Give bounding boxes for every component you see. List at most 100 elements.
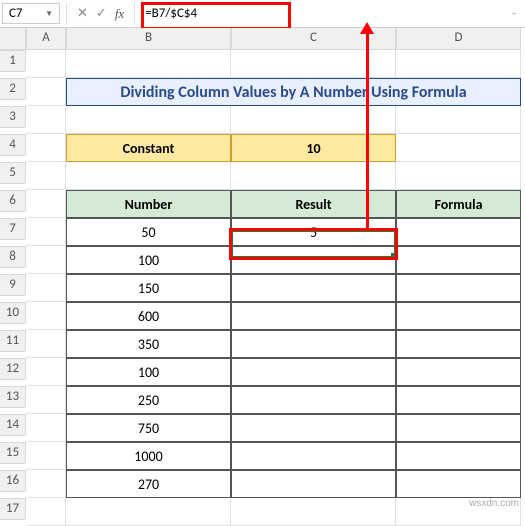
formula-cell[interactable] xyxy=(396,274,521,302)
cell[interactable] xyxy=(396,50,521,78)
row-head[interactable]: 13 xyxy=(0,386,26,408)
formula-cell[interactable] xyxy=(396,302,521,330)
cell[interactable] xyxy=(26,190,66,218)
result-cell[interactable] xyxy=(231,302,396,330)
row-head[interactable]: 8 xyxy=(0,246,26,268)
fx-icon[interactable]: fx xyxy=(115,6,124,22)
cell[interactable] xyxy=(26,274,66,302)
cell[interactable] xyxy=(26,50,66,78)
number-cell[interactable]: 270 xyxy=(66,470,231,498)
formula-cell[interactable] xyxy=(396,218,521,246)
watermark: wsxdn.com xyxy=(469,498,519,509)
formula-bar: C7 ▼ ✕ ✓ fx =B7/$C$4 › xyxy=(0,0,525,28)
cell[interactable] xyxy=(26,134,66,162)
row-head[interactable]: 11 xyxy=(0,330,26,352)
cell[interactable] xyxy=(26,358,66,386)
result-cell[interactable] xyxy=(231,414,396,442)
cell[interactable] xyxy=(26,78,66,106)
formula-cell[interactable] xyxy=(396,414,521,442)
result-cell[interactable] xyxy=(231,470,396,498)
name-box-value: C7 xyxy=(9,6,23,21)
cell[interactable] xyxy=(26,106,66,134)
cell[interactable] xyxy=(66,50,231,78)
cell[interactable] xyxy=(26,246,66,274)
row-head[interactable]: 3 xyxy=(0,106,26,128)
row-head[interactable]: 15 xyxy=(0,442,26,464)
separator xyxy=(66,3,67,25)
row-head[interactable]: 12 xyxy=(0,358,26,380)
cell[interactable] xyxy=(66,498,231,526)
number-cell[interactable]: 100 xyxy=(66,358,231,386)
cell[interactable] xyxy=(396,134,521,162)
col-head-c[interactable]: C xyxy=(231,28,396,50)
number-cell[interactable]: 1000 xyxy=(66,442,231,470)
cell[interactable] xyxy=(26,442,66,470)
cell[interactable] xyxy=(26,302,66,330)
formula-cell[interactable] xyxy=(396,442,521,470)
formula-buttons: ✕ ✓ fx xyxy=(71,6,130,22)
name-box[interactable]: C7 ▼ xyxy=(2,3,60,24)
row-head[interactable]: 6 xyxy=(0,190,26,212)
cell[interactable] xyxy=(26,414,66,442)
formula-cell[interactable] xyxy=(396,330,521,358)
constant-value[interactable]: 10 xyxy=(231,134,396,162)
col-head-d[interactable]: D xyxy=(396,28,521,50)
cell[interactable] xyxy=(231,498,396,526)
cell[interactable] xyxy=(26,386,66,414)
row-head[interactable]: 4 xyxy=(0,134,26,156)
result-cell[interactable] xyxy=(231,246,396,274)
number-cell[interactable]: 100 xyxy=(66,246,231,274)
number-cell[interactable]: 600 xyxy=(66,302,231,330)
formula-cell[interactable] xyxy=(396,386,521,414)
spreadsheet-grid[interactable]: A B C D 1 2 Dividing Column Values by A … xyxy=(0,28,525,526)
cell[interactable] xyxy=(26,330,66,358)
result-cell[interactable] xyxy=(231,386,396,414)
formula-cell[interactable] xyxy=(396,470,521,498)
row-head[interactable]: 14 xyxy=(0,414,26,436)
cell[interactable] xyxy=(66,162,231,190)
number-cell[interactable]: 350 xyxy=(66,330,231,358)
row-head[interactable]: 7 xyxy=(0,218,26,240)
number-cell[interactable]: 750 xyxy=(66,414,231,442)
cell[interactable] xyxy=(26,218,66,246)
result-cell[interactable] xyxy=(231,358,396,386)
cell[interactable] xyxy=(396,106,521,134)
col-head-a[interactable]: A xyxy=(26,28,66,50)
title-cell[interactable]: Dividing Column Values by A Number Using… xyxy=(66,78,521,106)
cancel-icon[interactable]: ✕ xyxy=(77,6,88,21)
formula-cell[interactable] xyxy=(396,246,521,274)
row-head[interactable]: 9 xyxy=(0,274,26,296)
select-all-corner[interactable] xyxy=(0,28,26,50)
row-head[interactable]: 2 xyxy=(0,78,26,100)
cell[interactable] xyxy=(26,162,66,190)
row-head[interactable]: 5 xyxy=(0,162,26,184)
row-head[interactable]: 17 xyxy=(0,498,26,520)
col-head-b[interactable]: B xyxy=(66,28,231,50)
row-head[interactable]: 1 xyxy=(0,50,26,72)
name-box-dropdown-icon[interactable]: ▼ xyxy=(45,9,53,19)
cell[interactable] xyxy=(231,162,396,190)
result-cell[interactable]: 5 xyxy=(231,218,396,246)
row-head[interactable]: 16 xyxy=(0,470,26,492)
cell[interactable] xyxy=(231,106,396,134)
cell[interactable] xyxy=(26,498,66,526)
constant-label[interactable]: Constant xyxy=(66,134,231,162)
cell[interactable] xyxy=(66,106,231,134)
cell[interactable] xyxy=(26,470,66,498)
formula-input[interactable]: =B7/$C$4 xyxy=(145,6,499,21)
formula-cell[interactable] xyxy=(396,358,521,386)
result-cell[interactable] xyxy=(231,442,396,470)
number-cell[interactable]: 50 xyxy=(66,218,231,246)
number-cell[interactable]: 250 xyxy=(66,386,231,414)
number-cell[interactable]: 150 xyxy=(66,274,231,302)
cell[interactable] xyxy=(396,162,521,190)
row-head[interactable]: 10 xyxy=(0,302,26,324)
enter-icon[interactable]: ✓ xyxy=(96,6,107,21)
cell[interactable] xyxy=(231,50,396,78)
header-result[interactable]: Result xyxy=(231,190,396,218)
result-cell[interactable] xyxy=(231,274,396,302)
expand-formula-bar-icon[interactable]: › xyxy=(509,4,522,24)
header-formula[interactable]: Formula xyxy=(396,190,521,218)
result-cell[interactable] xyxy=(231,330,396,358)
header-number[interactable]: Number xyxy=(66,190,231,218)
